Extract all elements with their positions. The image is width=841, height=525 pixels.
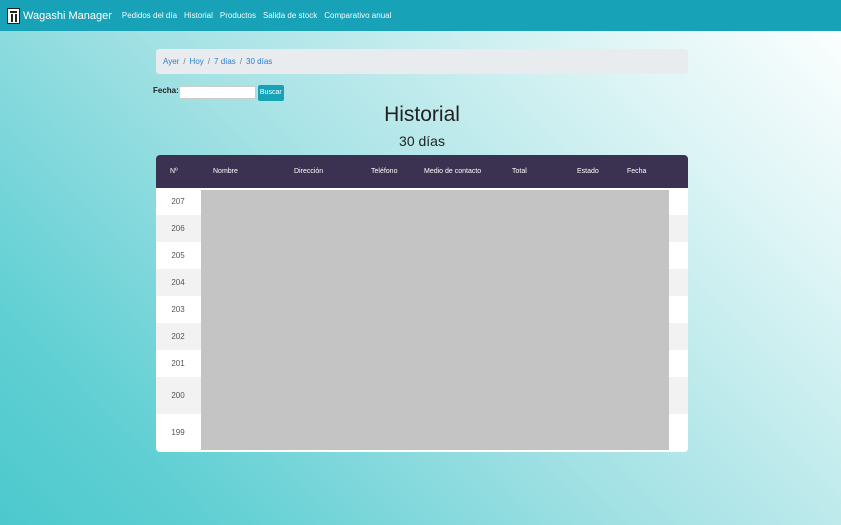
column-header-numero: Nº bbox=[170, 168, 178, 175]
page-subtitle: 30 días bbox=[399, 133, 445, 149]
column-header-total: Total bbox=[512, 168, 527, 175]
breadcrumb-separator: / bbox=[239, 57, 243, 66]
page-title: Historial bbox=[384, 103, 460, 126]
redacted-content-block bbox=[201, 190, 669, 450]
nav-link-productos[interactable]: Productos bbox=[220, 11, 256, 20]
column-header-telefono: Teléfono bbox=[371, 168, 398, 175]
date-input[interactable] bbox=[178, 86, 256, 99]
row-number: 202 bbox=[171, 332, 185, 341]
breadcrumb-separator: / bbox=[183, 57, 186, 66]
row-number: 201 bbox=[171, 359, 185, 368]
history-table: Nº Nombre Dirección Teléfono Medio de co… bbox=[156, 155, 688, 452]
brand-name: Wagashi Manager bbox=[23, 9, 112, 22]
column-header-nombre: Nombre bbox=[213, 168, 238, 175]
column-header-medio-contacto: Medio de contacto bbox=[424, 168, 482, 175]
breadcrumb: Ayer / Hoy / 7 días / 30 días bbox=[156, 49, 688, 74]
row-number: 204 bbox=[171, 278, 185, 287]
row-number: 203 bbox=[171, 305, 185, 314]
column-header-direccion: Dirección bbox=[294, 168, 324, 175]
date-search-form: Fecha: Buscar bbox=[153, 85, 284, 101]
nav-link-comparativo[interactable]: Comparativo anual bbox=[324, 11, 391, 20]
breadcrumb-ayer[interactable]: Ayer bbox=[163, 57, 179, 66]
brand[interactable]: Wagashi Manager bbox=[7, 7, 112, 24]
search-button[interactable]: Buscar bbox=[257, 85, 284, 101]
row-number: 206 bbox=[171, 224, 185, 233]
date-label: Fecha: bbox=[153, 86, 179, 95]
row-number: 200 bbox=[171, 391, 185, 400]
breadcrumb-30-dias[interactable]: 30 días bbox=[246, 57, 272, 66]
table-header: Nº Nombre Dirección Teléfono Medio de co… bbox=[156, 155, 688, 188]
torii-logo-icon bbox=[7, 7, 20, 24]
nav-link-salida-stock[interactable]: Salida de stock bbox=[263, 11, 317, 20]
column-header-estado: Estado bbox=[577, 168, 599, 175]
nav-link-historial[interactable]: Historial bbox=[184, 11, 213, 20]
breadcrumb-hoy[interactable]: Hoy bbox=[190, 57, 204, 66]
row-number: 207 bbox=[171, 197, 185, 206]
row-number: 205 bbox=[171, 251, 185, 260]
top-navbar: Wagashi Manager Pedidos del día Historia… bbox=[0, 0, 841, 31]
column-header-fecha: Fecha bbox=[627, 168, 647, 175]
nav-link-pedidos[interactable]: Pedidos del día bbox=[122, 11, 177, 20]
row-number: 199 bbox=[171, 428, 185, 437]
breadcrumb-separator: / bbox=[207, 57, 211, 66]
breadcrumb-7-dias[interactable]: 7 días bbox=[214, 57, 236, 66]
